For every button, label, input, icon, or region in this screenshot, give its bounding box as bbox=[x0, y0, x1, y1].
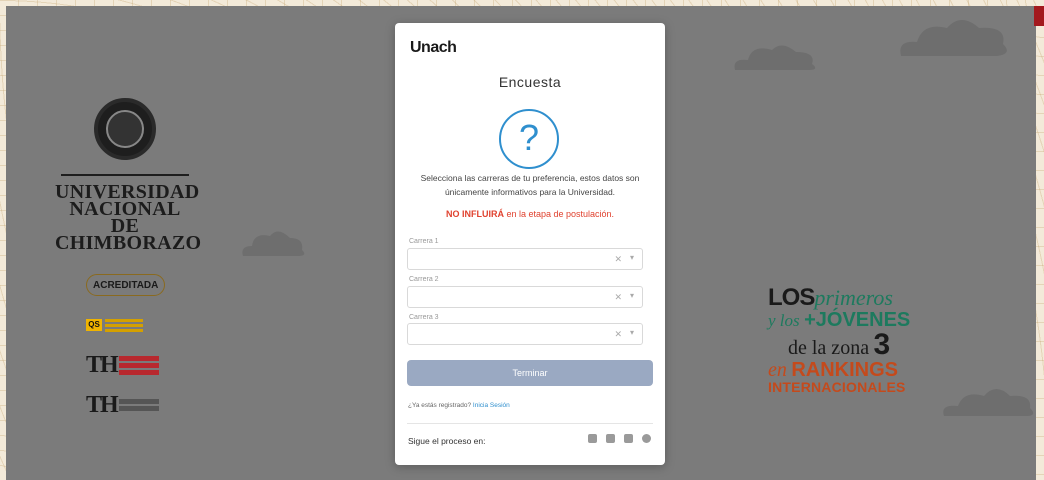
clear-icon[interactable]: ✕ bbox=[614, 329, 622, 340]
facebook-icon[interactable] bbox=[588, 434, 597, 443]
accreditation-badges: ACREDITADA QS TH TH bbox=[86, 272, 166, 432]
clear-icon[interactable]: ✕ bbox=[614, 292, 622, 303]
chevron-down-icon: ▾ bbox=[629, 328, 634, 337]
web-icon[interactable] bbox=[642, 434, 651, 443]
field-label-carrera-2: Carrera 2 bbox=[409, 276, 439, 283]
question-mark-icon: ? bbox=[499, 109, 559, 169]
carrera-2-select[interactable]: ✕ ▾ bbox=[407, 286, 643, 308]
modal-title: Encuesta bbox=[498, 74, 562, 90]
field-label-carrera-1: Carrera 1 bbox=[409, 238, 439, 245]
rankings-promo: LOSprimeros y los +JÓVENES de la zona 3 … bbox=[768, 284, 911, 395]
badge-acreditada: ACREDITADA bbox=[86, 272, 166, 298]
warning-text: NO INFLUIRÁ en la etapa de postulación. bbox=[445, 209, 615, 219]
twitter-icon[interactable] bbox=[606, 434, 615, 443]
survey-modal: Unach Encuesta ? Selecciona las carreras… bbox=[395, 23, 665, 465]
instagram-icon[interactable] bbox=[624, 434, 633, 443]
field-label-carrera-3: Carrera 3 bbox=[409, 314, 439, 321]
follow-label: Sigue el proceso en: bbox=[408, 436, 486, 446]
the-impact-logo-icon: TH bbox=[86, 391, 119, 418]
corner-accent bbox=[1034, 6, 1044, 26]
cloud-decoration bbox=[242, 231, 305, 256]
cloud-decoration bbox=[943, 389, 1034, 416]
brand-divider bbox=[61, 174, 189, 176]
clear-icon[interactable]: ✕ bbox=[614, 254, 622, 265]
chevron-down-icon: ▾ bbox=[629, 253, 634, 262]
university-brand: UNIVERSIDAD NACIONAL DE CHIMBORAZO bbox=[55, 98, 202, 254]
badge-qs-rankings: QS bbox=[86, 312, 166, 338]
social-links bbox=[588, 434, 651, 443]
modal-description: Selecciona las carreras de tu preferenci… bbox=[420, 173, 640, 197]
modal-divider bbox=[407, 423, 653, 424]
cloud-decoration bbox=[734, 45, 816, 70]
badge-the-impact: TH bbox=[86, 392, 166, 418]
university-name: UNIVERSIDAD NACIONAL DE CHIMBORAZO bbox=[55, 181, 202, 254]
carrera-1-select[interactable]: ✕ ▾ bbox=[407, 248, 643, 270]
badge-the-rankings: TH bbox=[86, 352, 166, 378]
login-link[interactable]: Inicia Sesión bbox=[473, 402, 510, 409]
the-logo-icon: TH bbox=[86, 351, 119, 378]
registered-prompt: ¿Ya estás registrado? Inicia Sesión bbox=[408, 402, 510, 409]
university-seal-icon bbox=[94, 98, 156, 160]
cloud-decoration bbox=[900, 20, 1007, 56]
carrera-3-select[interactable]: ✕ ▾ bbox=[407, 323, 643, 345]
terminar-button[interactable]: Terminar bbox=[407, 360, 653, 386]
unach-logo: Unach bbox=[410, 39, 457, 56]
chevron-down-icon: ▾ bbox=[629, 291, 634, 300]
